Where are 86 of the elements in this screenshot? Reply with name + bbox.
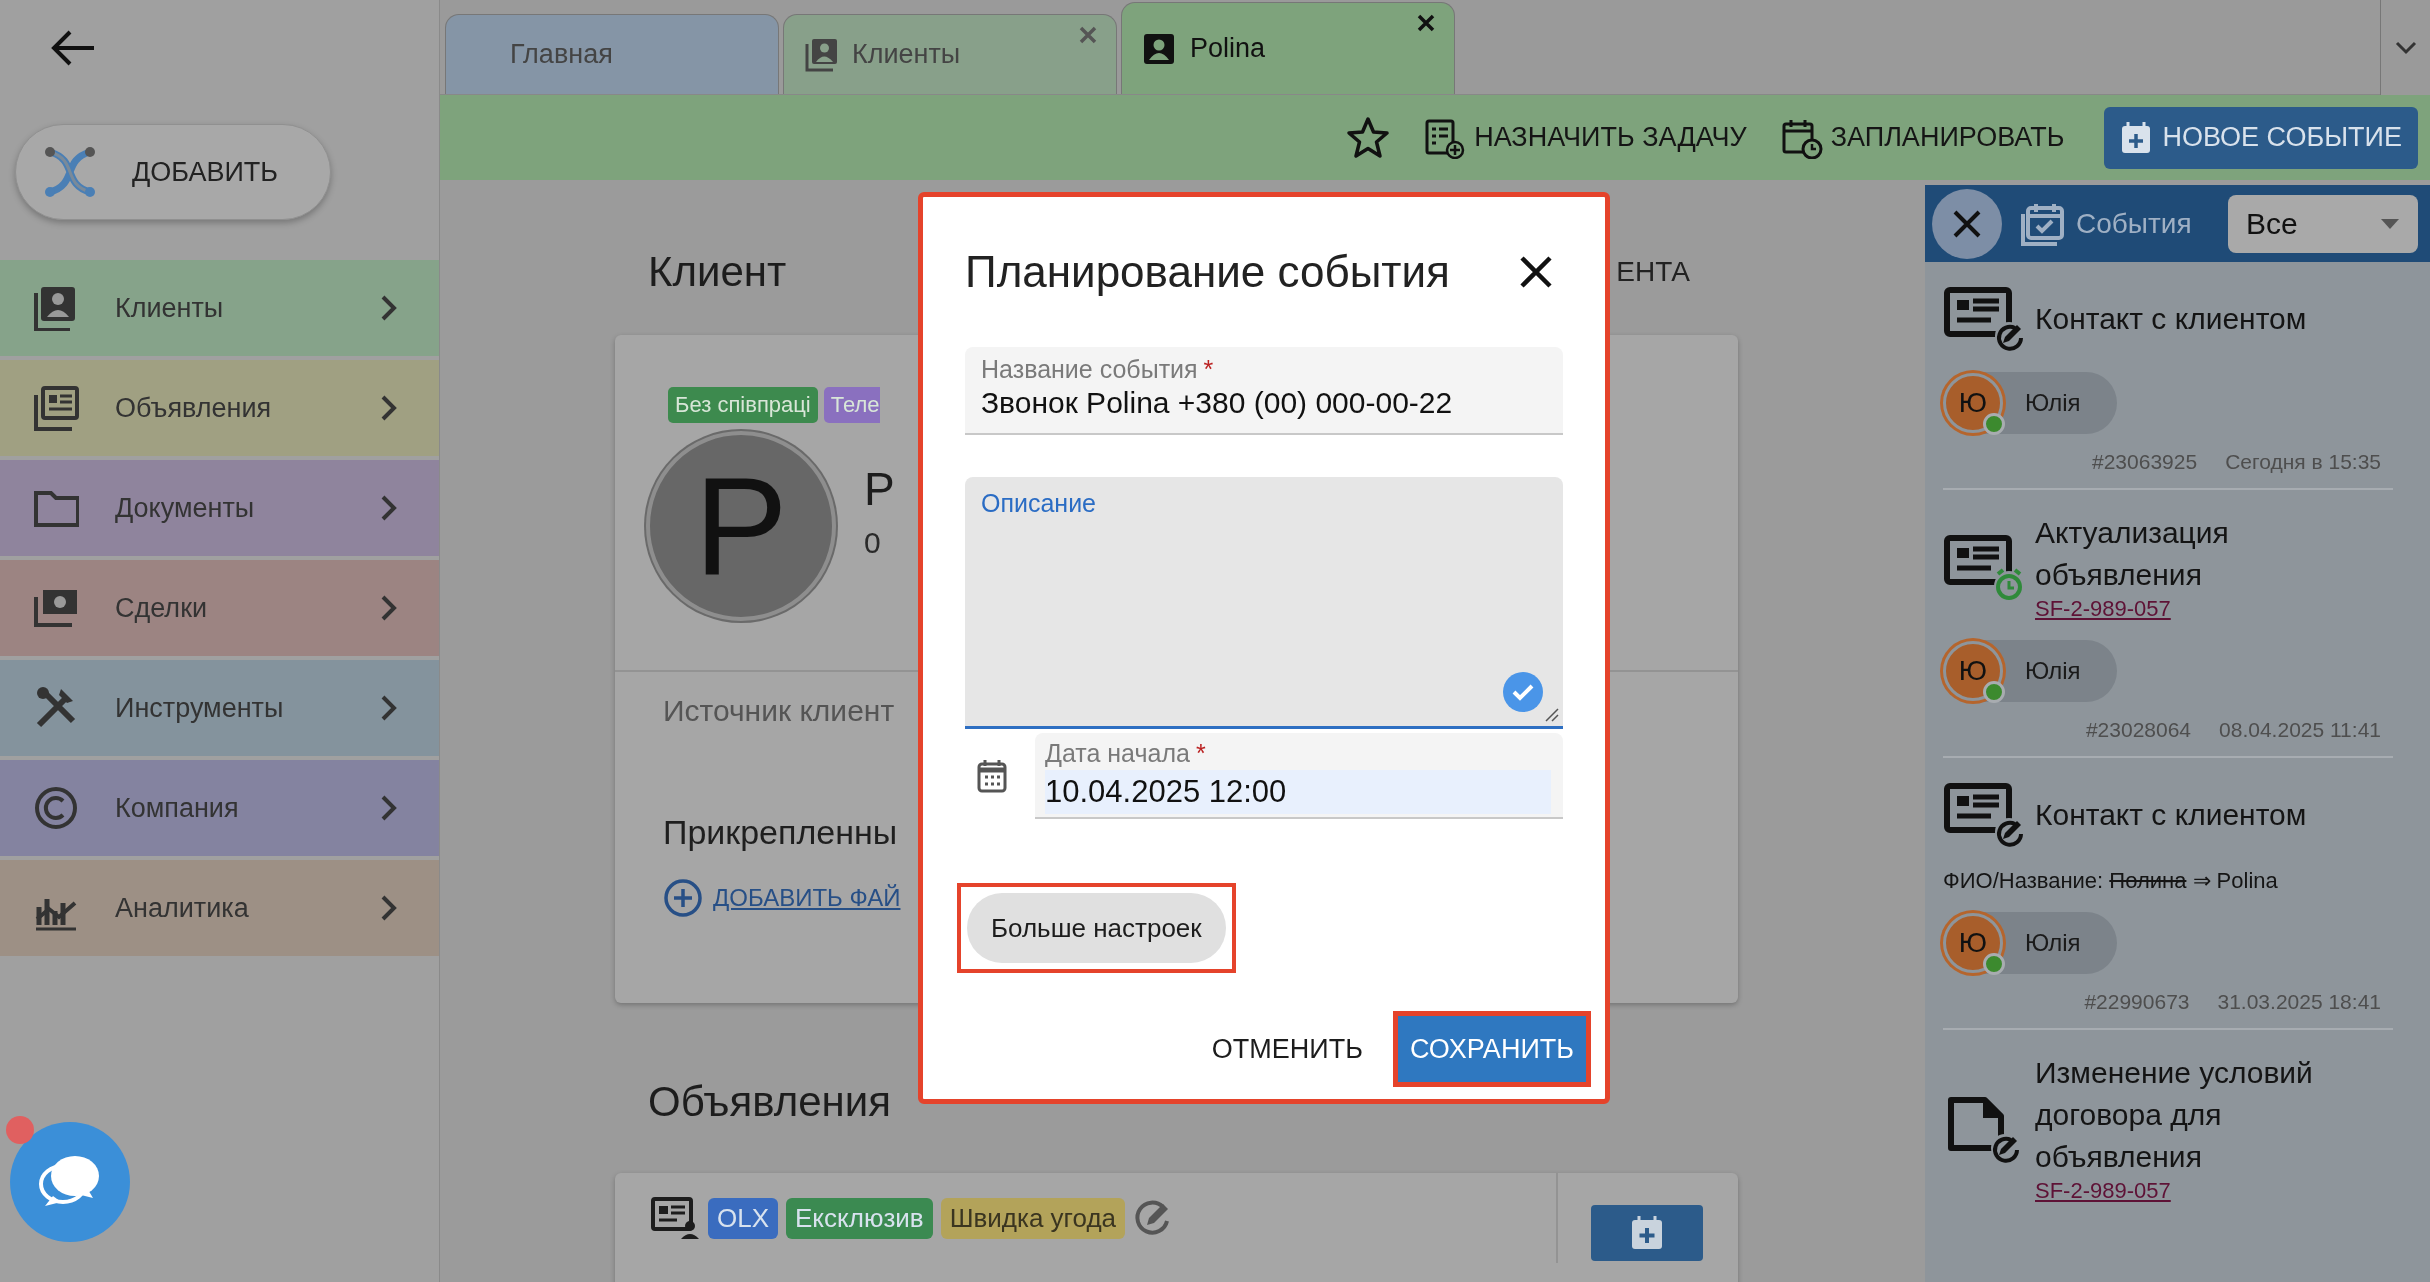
- field-label: Источник клиент: [663, 694, 895, 728]
- more-settings-button[interactable]: Больше настроек: [967, 893, 1226, 963]
- resize-handle-icon[interactable]: [1543, 706, 1559, 722]
- toolbar-button[interactable]: НАЗНАЧИТЬ ЗАДАЧУ: [1424, 116, 1747, 159]
- close-button[interactable]: [1519, 255, 1553, 289]
- user-avatar: Ю: [1943, 913, 2003, 974]
- event-title: Контакт с клиентом: [2035, 301, 2308, 337]
- close-icon: [1519, 255, 1553, 289]
- toolbar-button[interactable]: ЗАПЛАНИРОВАТЬ: [1780, 116, 2065, 159]
- add-file-link[interactable]: ДОБАВИТЬ ФАЙ: [713, 884, 901, 912]
- chevron-right-icon: [379, 693, 399, 723]
- event-title: Изменение условий договора для объявления: [2035, 1055, 2314, 1176]
- copyright-icon: [33, 785, 79, 831]
- listing-link[interactable]: SF-2-989-057: [2035, 1178, 2393, 1205]
- panel-title: События: [2076, 207, 2192, 240]
- dialog-title: Планирование события: [965, 247, 1450, 297]
- avatar: P: [646, 431, 836, 621]
- client-phone: 0: [864, 526, 882, 560]
- chevron-right-icon: [379, 893, 399, 923]
- tab[interactable]: Главная: [445, 14, 779, 94]
- user-chip[interactable]: Ю Юлія: [1943, 640, 2117, 703]
- menu-item[interactable]: Сделки: [0, 560, 439, 656]
- start-date-field[interactable]: Дата начала * 10.04.2025 12:00: [1035, 733, 1563, 819]
- close-icon[interactable]: [1416, 13, 1436, 33]
- description-field[interactable]: Описание: [965, 477, 1563, 729]
- menu-item[interactable]: Клиенты: [0, 260, 439, 356]
- filter-select[interactable]: Все: [2228, 194, 2418, 253]
- person-card-icon: [804, 37, 838, 72]
- menu-item[interactable]: Аналитика: [0, 860, 439, 956]
- chevron-right-icon: [379, 493, 399, 523]
- user-chip[interactable]: Ю Юлія: [1943, 912, 2117, 975]
- change-note: ФИО/Название: Полина ⇒ Polina: [1943, 868, 2279, 895]
- back-arrow-icon[interactable]: [50, 28, 96, 68]
- event-title: Актуализация объявления: [2035, 515, 2230, 593]
- status-tag: Теле: [823, 387, 880, 423]
- user-avatar: Ю: [1943, 641, 2003, 702]
- menu-item[interactable]: Объявления: [0, 360, 439, 456]
- subsection-heading: Прикрепленны: [663, 813, 899, 852]
- chevron-right-icon: [379, 393, 399, 423]
- tab[interactable]: Polina: [1121, 2, 1455, 94]
- chevron-right-icon: [379, 793, 399, 823]
- listing-tag: Ексклюзив: [786, 1197, 933, 1239]
- listing-alarm-icon: [1943, 532, 2025, 603]
- menu-item[interactable]: Документы: [0, 460, 439, 556]
- header-action-link[interactable]: ЕНТА: [1616, 255, 1690, 288]
- tab[interactable]: Клиенты: [783, 14, 1117, 94]
- chevron-right-icon: [379, 593, 399, 623]
- event-time: 08.04.2025 11:41: [2219, 718, 2381, 743]
- listing-tag: OLX: [708, 1197, 779, 1239]
- add-button[interactable]: ДОБАВИТЬ: [15, 124, 331, 220]
- check-circle-icon: [1503, 672, 1543, 712]
- menu-item[interactable]: Компания: [0, 760, 439, 856]
- status-tag: Без співпраці: [668, 387, 818, 423]
- chevron-right-icon: [379, 293, 399, 323]
- person-card-icon: [1142, 31, 1176, 66]
- add-circle-icon[interactable]: [663, 878, 703, 918]
- add-event-button[interactable]: [1591, 1205, 1703, 1261]
- chevron-down-icon: [2393, 39, 2418, 56]
- listing-tag: Швидка угода: [940, 1197, 1126, 1239]
- calendar-icon[interactable]: [977, 759, 1007, 793]
- event-title: Контакт с клиентом: [2035, 797, 2308, 834]
- listing-link[interactable]: SF-2-989-057: [2035, 596, 2393, 623]
- event-id: #22990673: [2084, 990, 2190, 1015]
- listing-edit-icon: [1943, 284, 2025, 354]
- event-time: Сегодня в 15:35: [2225, 450, 2381, 474]
- calendar-plus-icon: [2120, 120, 2153, 155]
- client-name: P: [864, 462, 895, 516]
- cancel-button[interactable]: ОТМЕНИТЬ: [1211, 1033, 1363, 1065]
- user-avatar: Ю: [1943, 373, 2003, 433]
- edit-icon[interactable]: [1133, 1199, 1172, 1237]
- listing-user-icon: [650, 1196, 700, 1240]
- event-id: #23063925: [2092, 450, 2198, 474]
- event-id: #23028064: [2085, 718, 2192, 743]
- event-time: 31.03.2025 18:41: [2217, 990, 2381, 1015]
- calendar-check-icon: [2020, 201, 2066, 246]
- menu-item[interactable]: Инструменты: [0, 660, 439, 756]
- new-event-button[interactable]: НОВОЕ СОБЫТИЕ: [2104, 106, 2418, 169]
- section-heading: Клиент: [648, 247, 787, 296]
- section-heading: Объявления: [648, 1078, 891, 1126]
- dropdown-caret-icon: [2380, 217, 2400, 230]
- calendar-plus-icon: [1630, 1215, 1664, 1251]
- listing-card-icon: [33, 385, 79, 431]
- event-name-field[interactable]: Название события * Звонок Polina +380 (00) 000-00-22: [965, 347, 1563, 435]
- star-icon[interactable]: [1346, 115, 1391, 160]
- save-button[interactable]: СОХРАНИТЬ: [1392, 1011, 1591, 1087]
- user-chip[interactable]: Ю Юлія: [1943, 372, 2117, 434]
